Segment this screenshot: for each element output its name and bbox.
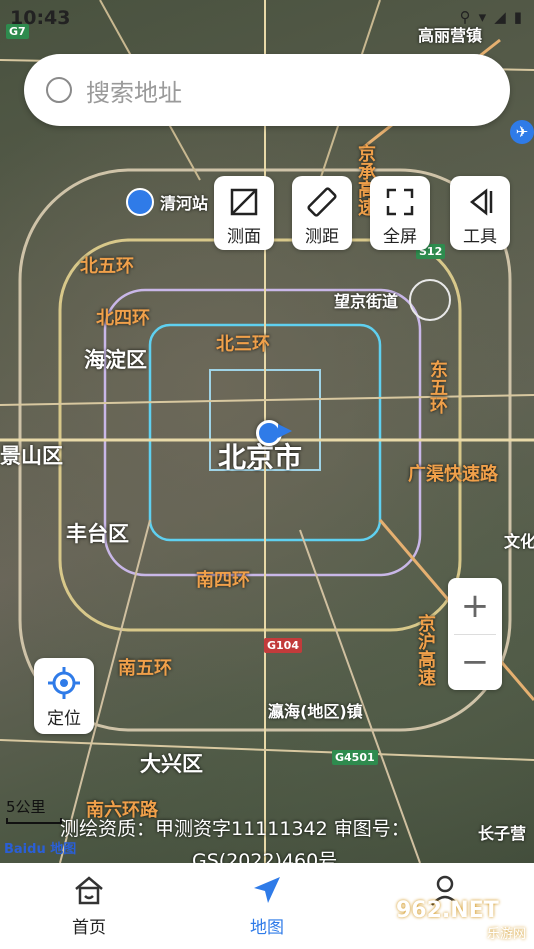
tab-label: 地图 (250, 918, 284, 938)
district-label: 景山区 (0, 444, 63, 468)
tab-map[interactable]: 地图 (222, 873, 312, 938)
scale-bar (6, 818, 62, 824)
place-label: 清河站 (160, 194, 209, 213)
wifi-icon: ▾ (478, 8, 487, 26)
status-time: 10:43 (10, 7, 71, 29)
place-label: 望京街道 (334, 292, 399, 311)
search-icon (46, 77, 72, 103)
place-label: 文化 (504, 532, 534, 551)
ring-road-label: 北五环 (80, 256, 134, 277)
location-icon: ⚲ (459, 8, 471, 26)
fullscreen-icon (386, 188, 414, 216)
zoom-in-button[interactable]: + (448, 578, 502, 634)
measure-distance-icon (307, 187, 337, 217)
tab-home[interactable]: 首页 (44, 873, 134, 938)
district-label: 丰台区 (66, 522, 129, 546)
subway-station-icon (126, 188, 154, 216)
tools-icon (469, 188, 493, 216)
ring-road-label: 京沪高速 (415, 614, 436, 686)
tab-label: 首页 (72, 918, 106, 938)
home-icon (75, 876, 103, 905)
signal-icon: ◢ (494, 8, 506, 26)
zoom-control: + − (448, 578, 502, 690)
ring-road-label: 北四环 (96, 308, 150, 329)
highway-shield: G4501 (332, 750, 378, 765)
copyright-line-1: 测绘资质：甲测资字11111342 审图号： (60, 818, 410, 840)
ring-road-label: 南五环 (118, 658, 172, 679)
battery-icon: ▮ (513, 8, 522, 26)
ring-road-label: 北三环 (216, 334, 270, 355)
tools-button[interactable]: 工具 (450, 176, 510, 250)
tool-label: 测距 (305, 227, 339, 247)
tool-label: 测面 (227, 227, 261, 247)
ring-road-label: 南四环 (196, 570, 250, 591)
measure-area-button[interactable]: 测面 (214, 176, 274, 250)
airport-icon: ✈ (510, 120, 534, 144)
fullscreen-button[interactable]: 全屏 (370, 176, 430, 250)
place-label: 瀛海(地区)镇 (268, 702, 363, 721)
tool-label: 工具 (463, 227, 497, 247)
locate-label: 定位 (47, 709, 81, 729)
scale-label: 5公里 (6, 798, 46, 816)
navigation-arrow-icon (254, 877, 280, 903)
crosshair-icon (48, 667, 80, 699)
search-input[interactable]: 搜索地址 (86, 73, 182, 108)
ring-road-label: 东五环 (427, 360, 448, 414)
measure-area-icon (230, 188, 258, 216)
tool-label: 全屏 (383, 227, 417, 247)
locate-button[interactable]: 定位 (34, 658, 94, 734)
measure-distance-button[interactable]: 测距 (292, 176, 352, 250)
site-watermark: 962.NET 乐游网 (396, 898, 526, 942)
district-label: 大兴区 (140, 752, 203, 776)
place-label: 长子营 (478, 824, 527, 843)
heading-arrow-icon (278, 424, 292, 438)
district-label: 海淀区 (84, 348, 147, 372)
zoom-out-button[interactable]: − (448, 634, 502, 690)
search-bar[interactable]: 搜索地址 (24, 54, 510, 126)
ring-road-label: 广渠快速路 (408, 464, 498, 485)
highway-shield: G104 (264, 638, 302, 653)
status-bar: 10:43 ⚲ ▾ ◢ ▮ (0, 0, 534, 36)
